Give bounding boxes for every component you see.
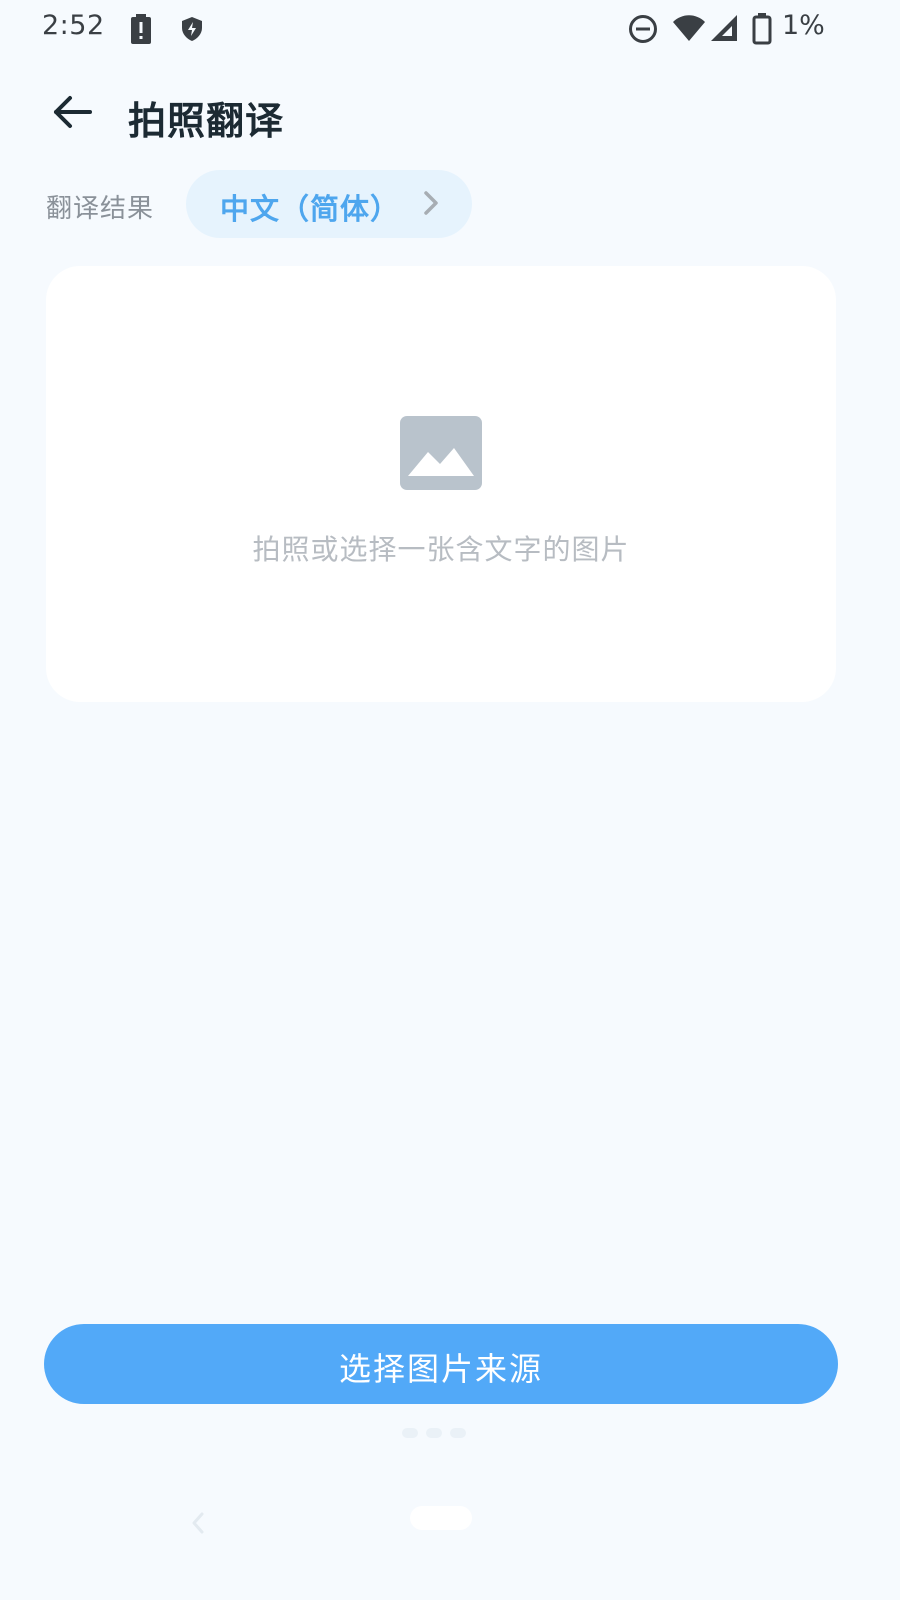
image-placeholder-icon [400,416,482,490]
language-selector-chip[interactable]: 中文（简体） [186,170,472,238]
translation-result-label: 翻译结果 [46,194,155,224]
selected-language: 中文（简体） [220,192,401,226]
arrow-left-icon [52,94,92,134]
chevron-right-icon [422,190,440,220]
translation-target-row: 翻译结果 中文（简体） [0,170,900,240]
image-placeholder-text: 拍照或选择一张含文字的图片 [252,533,630,566]
shield-icon [180,16,204,46]
page-title: 拍照翻译 [128,99,285,143]
select-image-source-label: 选择图片来源 [338,1351,543,1387]
do-not-disturb-icon [628,14,658,48]
image-picker-card[interactable]: 拍照或选择一张含文字的图片 [46,266,836,702]
status-bar: 2:52 1% [0,0,900,58]
battery-percent: 1% [782,10,825,41]
back-button[interactable] [46,88,98,140]
battery-icon [752,13,772,49]
nav-home-pill[interactable] [410,1506,472,1530]
wifi-icon [672,14,706,46]
page-dot [402,1428,418,1438]
nav-back-icon[interactable] [186,1508,210,1538]
battery-alert-icon [130,14,152,48]
page-indicator [402,1428,466,1438]
top-app-bar: 拍照翻译 [0,78,900,150]
page-dot [426,1428,442,1438]
page-dot [450,1428,466,1438]
signal-icon [710,14,738,46]
select-image-source-button[interactable]: 选择图片来源 [44,1324,838,1404]
status-time: 2:52 [42,10,105,41]
